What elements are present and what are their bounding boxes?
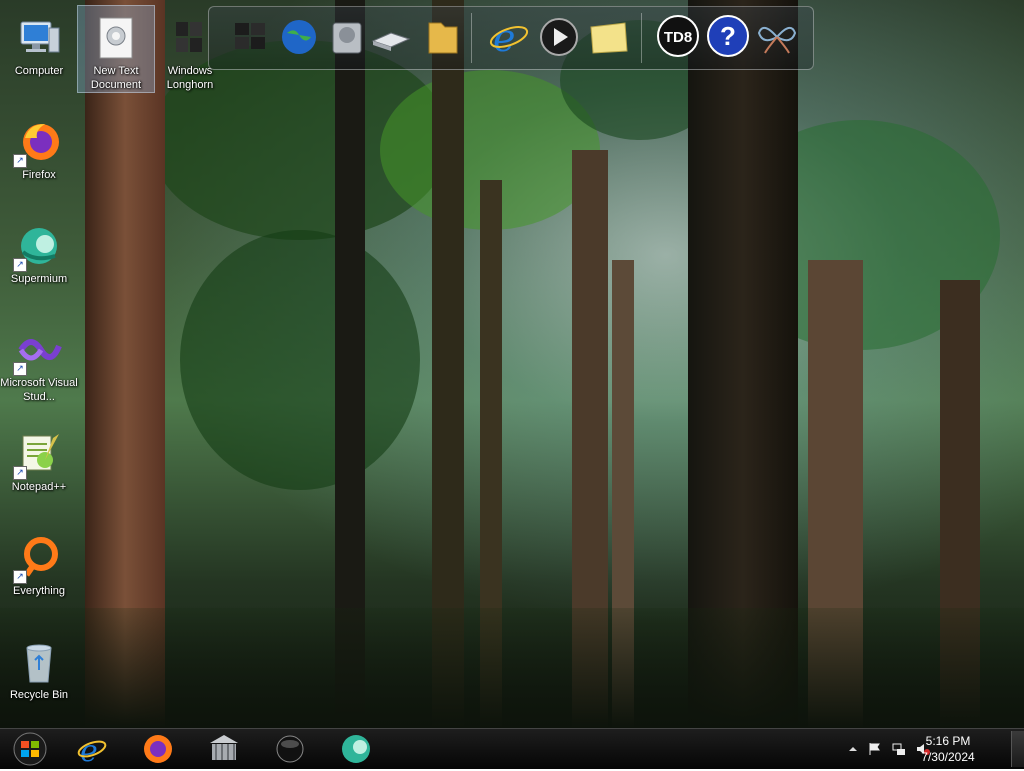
taskbar-internet-explorer[interactable]: e — [64, 731, 120, 769]
system-clock[interactable]: 5:16 PM 7/30/2024 — [916, 733, 980, 765]
desktop-icon-label: Notepad++ — [11, 481, 67, 493]
shortcut-arrow-icon: ↗ — [13, 154, 27, 168]
desktop-icon-label: Recycle Bin — [9, 689, 69, 701]
scanner-drive-icon[interactable] — [369, 15, 413, 59]
shortcut-arrow-icon: ↗ — [13, 362, 27, 376]
library-building-icon — [210, 735, 238, 760]
supermium-icon: ↗ — [13, 222, 63, 272]
computer-icon — [15, 14, 63, 62]
internet-explorer-icon: e — [77, 734, 107, 769]
everything-search-icon: ↗ — [13, 534, 63, 584]
windows-logo-icon[interactable] — [229, 15, 273, 59]
tray-expand-chevron-icon[interactable] — [846, 741, 860, 755]
desktop-icon-label: New Text Document — [90, 65, 142, 91]
forest-floor — [0, 608, 1024, 728]
taskbar-firefox[interactable] — [130, 731, 186, 767]
desktop-background: Computer ↗ Firefox ↗ Supermium ↗ Microso… — [0, 0, 1024, 728]
folder-icon[interactable] — [421, 15, 465, 59]
taskbar: e 5:16 PM 7/30/2024 — [0, 728, 1024, 769]
desktop-icon-computer[interactable]: Computer — [0, 6, 78, 78]
taskbar-library[interactable] — [196, 731, 252, 767]
help-button[interactable]: ? — [707, 15, 751, 59]
shortcut-arrow-icon: ↗ — [13, 258, 27, 272]
desktop-icon-label: Supermium — [10, 273, 68, 285]
start-button[interactable] — [2, 731, 58, 767]
notepad-plus-plus-icon: ↗ — [13, 430, 63, 480]
hard-drive-icon[interactable] — [325, 15, 369, 59]
clock-time: 5:16 PM — [925, 734, 971, 748]
td8-label: TD8 — [657, 15, 699, 57]
globe-network-icon[interactable] — [277, 15, 321, 59]
tree-canopy — [180, 230, 420, 490]
desktop-icon-firefox[interactable]: ↗ Firefox — [0, 110, 78, 182]
windows-longhorn-icon — [166, 14, 214, 62]
text-document-icon — [92, 14, 140, 62]
clock-date: 7/30/2024 — [921, 750, 975, 764]
shortcut-arrow-icon: ↗ — [13, 570, 27, 584]
taskbar-orb-app[interactable] — [262, 731, 318, 767]
taskbar-supermium[interactable] — [328, 731, 384, 767]
firefox-icon: ↗ — [13, 118, 63, 168]
desktop-icon-notepad-plus-plus[interactable]: ↗ Notepad++ — [0, 422, 78, 494]
shortcut-arrow-icon: ↗ — [13, 466, 27, 480]
desktop-icon-recycle-bin[interactable]: Recycle Bin — [0, 630, 78, 702]
internet-explorer-icon[interactable]: e — [487, 15, 531, 60]
firefox-icon — [144, 735, 172, 763]
desktop-icon-new-text-document[interactable]: New Text Document — [77, 5, 155, 93]
supermium-icon — [342, 735, 370, 763]
dock-separator — [641, 13, 642, 63]
black-orb-icon — [276, 735, 304, 763]
butterfly-icon[interactable] — [755, 15, 799, 59]
desktop-icon-visual-studio[interactable]: ↗ Microsoft Visual Stud... — [0, 318, 78, 404]
sticky-note-icon[interactable] — [587, 15, 631, 59]
media-player-icon[interactable] — [537, 15, 581, 59]
network-icon[interactable] — [892, 741, 906, 755]
recycle-bin-icon — [15, 638, 63, 686]
svg-text:e: e — [493, 16, 516, 59]
desktop-icon-label: Everything — [13, 585, 65, 597]
td8-button[interactable]: TD8 — [657, 15, 701, 59]
dock-separator — [471, 13, 472, 63]
desktop-icon-supermium[interactable]: ↗ Supermium — [0, 214, 78, 286]
desktop-icon-label: Firefox — [22, 169, 56, 181]
action-center-flag-icon[interactable] — [868, 741, 882, 755]
quick-launch-dock: e TD8 ? — [208, 6, 814, 70]
help-icon: ? — [707, 15, 749, 57]
desktop-icon-label: Microsoft Visual Stud... — [0, 377, 78, 403]
svg-text:e: e — [80, 734, 98, 767]
show-desktop-button[interactable] — [1011, 731, 1024, 767]
visual-studio-icon: ↗ — [13, 326, 63, 376]
desktop-icon-label: Computer — [14, 65, 64, 77]
desktop-icon-everything[interactable]: ↗ Everything — [0, 526, 78, 598]
